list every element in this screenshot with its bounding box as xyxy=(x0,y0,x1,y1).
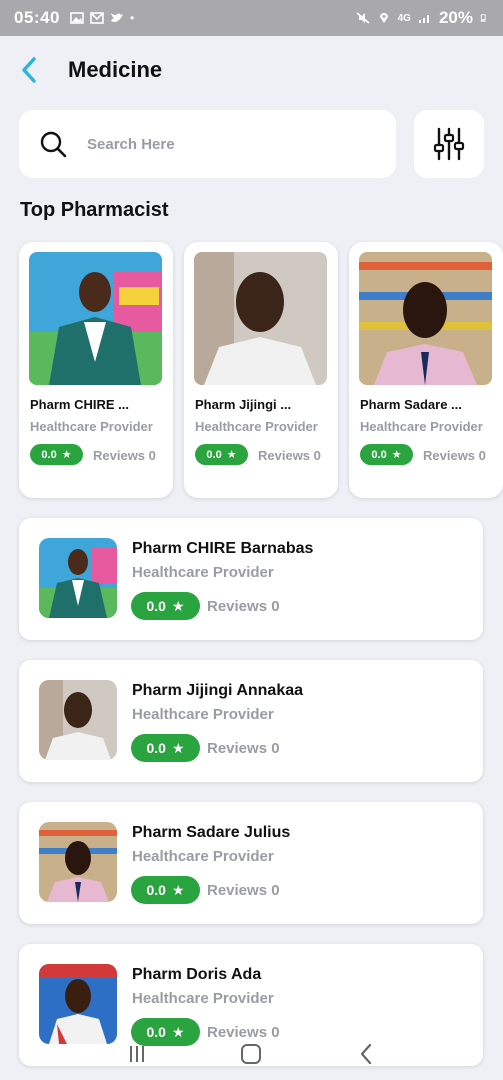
star-icon: ★ xyxy=(61,449,72,461)
home-button[interactable] xyxy=(231,1034,271,1074)
star-icon: ★ xyxy=(171,881,185,898)
status-bar: 05:40 • 4G 20% xyxy=(0,0,503,36)
top-pharmacist-card[interactable]: Pharm CHIRE ... Healthcare Provider 0.0 ★… xyxy=(19,242,173,498)
pharmacist-role: Healthcare Provider xyxy=(195,419,318,434)
star-icon: ★ xyxy=(171,739,185,756)
pharmacist-name: Pharm Jijingi ... xyxy=(195,397,292,412)
rating-value: 0.0 xyxy=(206,448,222,461)
rating-badge: 0.0 ★ xyxy=(131,876,200,904)
rating-badge: 0.0 ★ xyxy=(30,444,83,465)
pharmacist-name: Pharm Sadare ... xyxy=(360,397,462,412)
pharmacist-list-item[interactable]: Pharm Sadare Julius Healthcare Provider … xyxy=(19,802,483,924)
pharmacist-name: Pharm Doris Ada xyxy=(132,966,262,983)
top-pharmacist-card[interactable]: Pharm Jijingi ... Healthcare Provider 0.… xyxy=(184,242,338,498)
notification-icons: • xyxy=(70,11,134,25)
chevron-left-icon xyxy=(22,57,36,83)
reviews-count: Reviews 0 xyxy=(207,882,280,899)
mail-icon xyxy=(90,12,104,24)
more-notifications-icon: • xyxy=(129,11,135,25)
rating-badge: 0.0 ★ xyxy=(131,734,200,762)
sliders-icon xyxy=(433,127,465,161)
pharmacist-photo xyxy=(194,252,327,385)
recent-apps-button[interactable] xyxy=(117,1034,157,1074)
page-title: Medicine xyxy=(68,57,163,82)
signal-icon xyxy=(418,15,429,23)
pharmacist-role: Healthcare Provider xyxy=(132,990,274,1007)
network-type: 4G xyxy=(397,12,411,24)
star-icon: ★ xyxy=(391,449,402,461)
battery-icon xyxy=(480,14,486,22)
rating-value: 0.0 xyxy=(146,598,166,614)
status-time: 05:40 xyxy=(14,8,60,27)
reviews-count: Reviews 0 xyxy=(207,740,280,757)
pharmacist-thumbnail xyxy=(39,822,117,902)
search-bar[interactable] xyxy=(19,110,396,178)
home-icon xyxy=(241,1044,262,1064)
system-back-button[interactable] xyxy=(346,1034,386,1074)
pharmacist-role: Healthcare Provider xyxy=(360,419,483,434)
pharmacist-list-item[interactable]: Pharm CHIRE Barnabas Healthcare Provider… xyxy=(19,518,483,640)
rating-value: 0.0 xyxy=(371,448,387,461)
rating-badge: 0.0 ★ xyxy=(360,444,413,465)
search-icon xyxy=(40,131,67,158)
pharmacist-photo xyxy=(359,252,492,385)
pharmacist-role: Healthcare Provider xyxy=(132,564,274,581)
mute-icon xyxy=(356,12,370,24)
pharmacist-thumbnail xyxy=(39,680,117,760)
filter-button[interactable] xyxy=(414,110,484,178)
star-icon: ★ xyxy=(171,597,185,614)
back-button[interactable] xyxy=(20,50,50,90)
gallery-icon xyxy=(70,12,84,24)
top-pharmacist-heading: Top Pharmacist xyxy=(20,199,169,221)
pharmacist-role: Healthcare Provider xyxy=(30,419,153,434)
search-input[interactable] xyxy=(87,135,347,153)
back-arrow-icon xyxy=(360,1043,371,1065)
system-nav-bar xyxy=(0,1028,503,1080)
top-pharmacist-card[interactable]: Pharm Sadare ... Healthcare Provider 0.0… xyxy=(349,242,503,498)
pharmacist-role: Healthcare Provider xyxy=(132,848,274,865)
reviews-count: Reviews 0 xyxy=(258,448,321,463)
pharmacist-role: Healthcare Provider xyxy=(132,706,274,723)
pharmacist-name: Pharm CHIRE ... xyxy=(30,397,129,412)
rating-badge: 0.0 ★ xyxy=(131,592,200,620)
pharmacist-thumbnail xyxy=(39,538,117,618)
star-icon: ★ xyxy=(226,449,237,461)
twitter-icon xyxy=(110,13,123,22)
pharmacist-name: Pharm CHIRE Barnabas xyxy=(132,540,314,557)
pharmacist-name: Pharm Sadare Julius xyxy=(132,824,291,841)
rating-value: 0.0 xyxy=(146,740,166,756)
rating-badge: 0.0 ★ xyxy=(195,444,248,465)
pharmacist-list-item[interactable]: Pharm Jijingi Annakaa Healthcare Provide… xyxy=(19,660,483,782)
location-icon xyxy=(379,13,388,23)
recent-apps-icon xyxy=(130,1046,145,1062)
reviews-count: Reviews 0 xyxy=(207,598,280,615)
rating-value: 0.0 xyxy=(41,448,57,461)
pharmacist-name: Pharm Jijingi Annakaa xyxy=(132,682,304,699)
app-header: Medicine xyxy=(20,50,483,90)
rating-value: 0.0 xyxy=(146,882,166,898)
reviews-count: Reviews 0 xyxy=(93,448,156,463)
battery-level: 20% xyxy=(438,8,473,27)
reviews-count: Reviews 0 xyxy=(423,448,486,463)
pharmacist-photo xyxy=(29,252,162,385)
